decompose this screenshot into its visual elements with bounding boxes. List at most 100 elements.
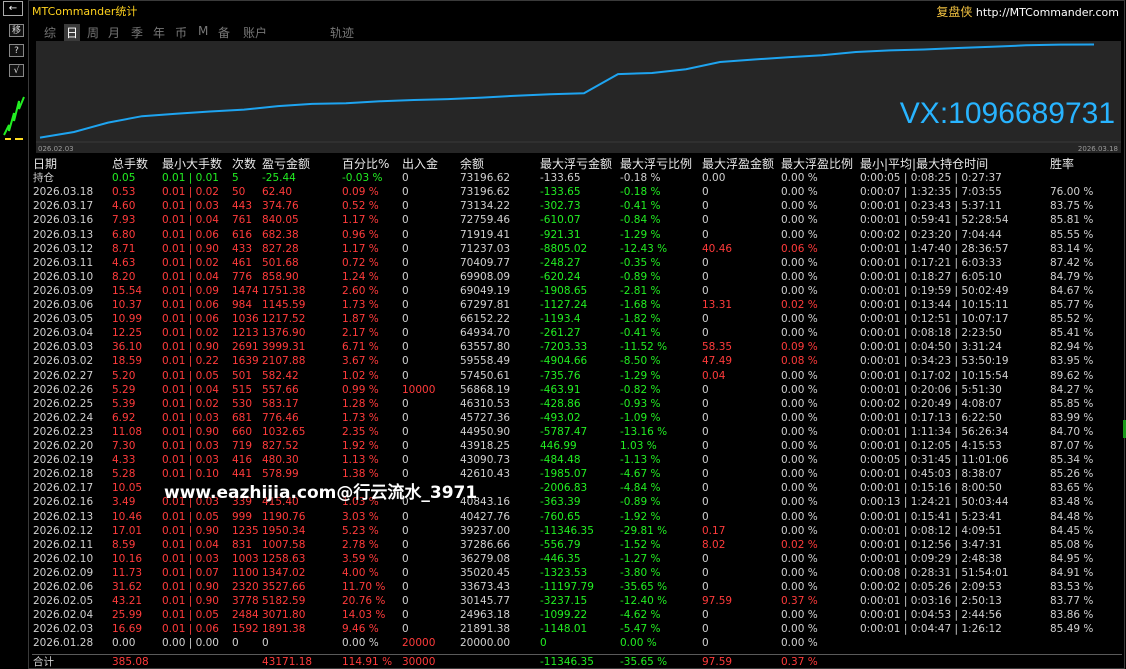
tab-0[interactable]: 综	[44, 24, 56, 41]
totals-row: 合计 385.08 43171.18 114.91 % 30000 -11346.35 -3…	[32, 653, 1122, 669]
table-row[interactable]: 2026.02.10 10.16 0.01 | 0.03 1003 1258.63 3.5…	[32, 552, 1122, 566]
table-row[interactable]: 2026.02.12 17.01 0.01 | 0.90 1235 1950.34 5.2…	[32, 524, 1122, 538]
cell-col-3: 1100	[232, 566, 259, 579]
cell-col-11: 0.00 %	[781, 566, 818, 579]
cell-col-3: 1003	[232, 552, 259, 565]
cell-col-11: 0.00 %	[781, 228, 818, 241]
cell-col-10: 0	[702, 440, 709, 452]
cell-col-13: 89.62 %	[1050, 369, 1094, 382]
cell-col-10: 0	[702, 425, 709, 438]
cell-col-0: 2026.02.03	[33, 623, 94, 636]
table-row[interactable]: 2026.03.05 10.99 0.01 | 0.06 1036 1217.52 1.8…	[32, 312, 1122, 326]
cell-col-10: 0	[702, 327, 709, 340]
cell-col-0: 2026.03.05	[33, 313, 94, 326]
tab-10[interactable]: 轨迹	[330, 24, 354, 41]
cell-col-12: 0:00:01 | 0:18:27 | 6:05:10	[860, 270, 1002, 283]
cell-col-5: 1.87 %	[342, 313, 379, 326]
table-row[interactable]: 2026.02.09 11.73 0.01 | 0.07 1100 1347.02 4.0…	[32, 566, 1122, 580]
cell-col-13: 84.27 %	[1050, 383, 1094, 396]
brand-url[interactable]: http://MTCommander.com	[976, 6, 1119, 19]
table-row[interactable]: 2026.02.20 7.30 0.01 | 0.03 719 827.52 1.92 %…	[32, 439, 1122, 453]
table-row[interactable]: 2026.03.18 0.53 0.01 | 0.02 50 62.40 0.09 % 0 7…	[32, 185, 1122, 199]
cell-col-1: 16.69	[112, 623, 143, 636]
cell-col-8: -1323.53	[540, 566, 588, 579]
table-row[interactable]: 2026.03.13 6.80 0.01 | 0.06 616 682.38 0.96 %…	[32, 228, 1122, 242]
tab-6[interactable]: 币	[175, 24, 187, 41]
cell-col-12: 0:00:01 | 0:12:05 | 4:15:53	[860, 440, 1002, 452]
table-row[interactable]: 2026.02.25 5.39 0.01 | 0.02 530 583.17 1.28 %…	[32, 397, 1122, 411]
cell-col-6: 0	[402, 284, 409, 297]
brand[interactable]: 复盘侠 http://MTCommander.com	[936, 3, 1119, 20]
tab-9[interactable]: 账户	[243, 24, 267, 41]
cell-col-13: 83.77 %	[1050, 595, 1094, 608]
cell-col-0: 2026.01.28	[33, 637, 94, 650]
cell-col-9: -4.67 %	[620, 468, 661, 481]
cell-col-13: 83.48 %	[1050, 496, 1094, 509]
cell-col-11: 0.00 %	[781, 637, 818, 650]
help-button[interactable]: ?	[9, 44, 24, 57]
table-row[interactable]: 2026.03.10 8.20 0.01 | 0.04 776 858.90 1.24 %…	[32, 270, 1122, 284]
cell-col-10: 0	[702, 496, 709, 509]
tab-8[interactable]: 备	[218, 24, 230, 41]
table-row[interactable]: 2026.02.19 4.33 0.01 | 0.03 416 480.30 1.13 %…	[32, 453, 1122, 467]
tab-7[interactable]: M	[198, 24, 208, 38]
cell-col-7: 67297.81	[460, 299, 511, 311]
cell-col-9: -1.27 %	[620, 552, 661, 565]
table-row[interactable]: 2026.02.11 8.59 0.01 | 0.04 831 1007.58 2.78 …	[32, 538, 1122, 552]
cell-col-7: 39237.00	[460, 524, 511, 537]
cell-col-13: 85.81 %	[1050, 214, 1094, 227]
cell-col-11: 0.00 %	[781, 369, 818, 382]
cell-col-10: 0	[702, 482, 709, 495]
cell-col-12: 0:00:01 | 1:11:34 | 56:26:34	[860, 425, 1009, 438]
table-row[interactable]: 2026.02.26 5.29 0.01 | 0.04 515 557.66 0.99 %…	[32, 383, 1122, 397]
cell-col-7: 20000.00	[460, 637, 511, 650]
cell-col-9: -1.09 %	[620, 411, 661, 424]
cell-col-8: -1127.24	[540, 299, 588, 311]
table-row[interactable]: 2026.02.04 25.99 0.01 | 0.05 2484 3071.80 14.…	[32, 608, 1122, 622]
table-row[interactable]: 2026.02.27 5.20 0.01 | 0.05 501 582.42 1.02 %…	[32, 369, 1122, 383]
table-row[interactable]: 2026.02.03 16.69 0.01 | 0.06 1592 1891.38 9.4…	[32, 622, 1122, 636]
cell-col-10: 0	[702, 284, 709, 297]
cell-col-10: 0.04	[702, 369, 726, 382]
cell-col-7: 21891.38	[460, 623, 511, 636]
table-row[interactable]: 2026.03.17 4.60 0.01 | 0.03 443 374.76 0.52 %…	[32, 199, 1122, 213]
cell-col-4: 1950.34	[262, 524, 306, 537]
tab-5[interactable]: 年	[153, 24, 165, 41]
cell-col-6: 0	[402, 355, 409, 368]
cell-col-9: -0.18 %	[620, 172, 661, 185]
table-row[interactable]: 2026.02.05 43.21 0.01 | 0.90 3778 5182.59 20.…	[32, 594, 1122, 608]
table-row[interactable]: 2026.03.11 4.63 0.01 | 0.02 461 501.68 0.72 %…	[32, 256, 1122, 270]
table-row[interactable]: 2026.03.12 8.71 0.01 | 0.90 433 827.28 1.17 %…	[32, 242, 1122, 256]
tab-2[interactable]: 周	[87, 24, 99, 41]
cell-col-5: 1.17 %	[342, 242, 379, 255]
cell-col-4: 1891.38	[262, 623, 306, 636]
table-row[interactable]: 2026.02.13 10.46 0.01 | 0.05 999 1190.76 3.03…	[32, 510, 1122, 524]
table-row[interactable]: 2026.03.16 7.93 0.01 | 0.04 761 840.05 1.17 %…	[32, 213, 1122, 227]
confirm-button[interactable]: √	[9, 64, 24, 77]
cell-col-1: 385.08	[112, 655, 149, 668]
cell-col-3: 1036	[232, 313, 259, 326]
table-row[interactable]: 2026.02.23 11.08 0.01 | 0.90 660 1032.65 2.35…	[32, 425, 1122, 439]
table-row[interactable]: 2026.01.28 0.00 0.00 | 0.00 0 0 0.00 % 20000 20…	[32, 636, 1122, 650]
table-row[interactable]: 2026.02.06 31.62 0.01 | 0.90 2320 3527.66 11.…	[32, 580, 1122, 594]
cell-col-9: -3.80 %	[620, 566, 661, 579]
cell-col-1: 总手数	[112, 157, 149, 171]
cell-col-3: 681	[232, 411, 253, 424]
table-row[interactable]: 2026.03.03 36.10 0.01 | 0.90 2691 3999.31 6.7…	[32, 340, 1122, 354]
table-row[interactable]: 2026.03.02 18.59 0.01 | 0.22 1639 2107.88 3.6…	[32, 354, 1122, 368]
table-row[interactable]: 2026.03.04 12.25 0.01 | 0.02 1213 1376.90 2.1…	[32, 326, 1122, 340]
tab-3[interactable]: 月	[108, 24, 120, 41]
cell-col-10: 0	[702, 228, 709, 241]
cell-col-0: 合计	[33, 655, 54, 668]
cell-col-2: 0.01 | 0.03	[162, 552, 219, 565]
cell-col-6: 30000	[402, 655, 436, 668]
tab-4[interactable]: 季	[131, 24, 143, 41]
move-button[interactable]: 移	[9, 24, 24, 37]
cell-col-4: 1032.65	[262, 425, 306, 438]
table-row[interactable]: 2026.03.09 15.54 0.01 | 0.09 1474 1751.38 2.6…	[32, 284, 1122, 298]
back-button[interactable]: ←	[3, 1, 23, 16]
table-row[interactable]: 2026.03.06 10.37 0.01 | 0.06 984 1145.59 1.73…	[32, 298, 1122, 312]
table-row[interactable]: 2026.02.24 6.92 0.01 | 0.03 681 776.46 1.73 %…	[32, 411, 1122, 425]
tab-1[interactable]: 日	[64, 24, 81, 41]
cell-col-12: 0:00:01 | 0:15:16 | 8:00:50	[860, 482, 1002, 495]
